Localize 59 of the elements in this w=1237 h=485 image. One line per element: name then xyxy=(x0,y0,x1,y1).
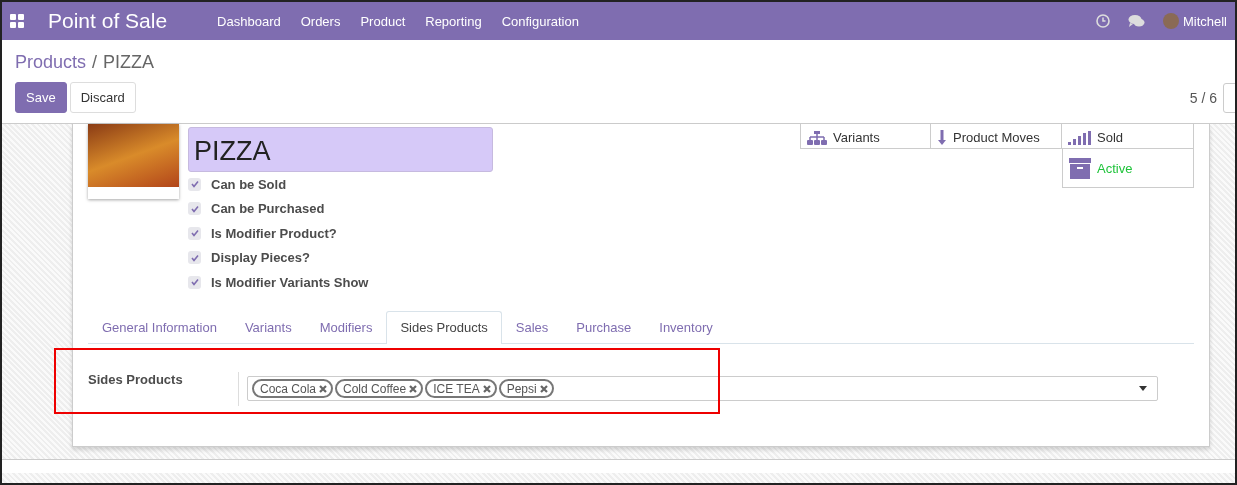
checkbox[interactable] xyxy=(188,226,201,240)
hierarchy-icon xyxy=(807,131,827,145)
archive-box-icon xyxy=(1069,157,1091,179)
checkbox-label: Can be Sold xyxy=(211,176,287,192)
checkbox[interactable] xyxy=(188,202,201,216)
tag: Coca Cola xyxy=(252,379,334,398)
user-name[interactable]: Mitchell xyxy=(1182,13,1227,29)
menu-item[interactable]: Configuration xyxy=(491,13,589,29)
stat-button[interactable]: Variants xyxy=(800,124,931,149)
checkbox[interactable] xyxy=(188,251,201,265)
tab[interactable]: General Information xyxy=(88,310,231,343)
down-arrow-icon xyxy=(937,130,947,145)
check-icon xyxy=(190,204,199,213)
check-icon xyxy=(190,253,199,262)
checkbox-label: Display Pieces? xyxy=(211,250,310,266)
stat-button[interactable]: Sold xyxy=(1062,124,1194,149)
menu-item[interactable]: Dashboard xyxy=(207,13,291,29)
clock-icon[interactable] xyxy=(1095,14,1110,28)
tab[interactable]: Modifiers xyxy=(305,310,387,343)
checkbox[interactable] xyxy=(188,275,201,289)
tag: ICE TEA xyxy=(425,379,497,398)
tag: Pepsi xyxy=(498,379,554,398)
sides-products-field[interactable]: Coca Cola Cold Coffee ICE TEA Pepsi xyxy=(247,376,1158,401)
discard-button[interactable]: Discard xyxy=(69,82,136,113)
user-avatar xyxy=(1162,13,1179,29)
checkbox-label: Is Modifier Variants Show xyxy=(211,274,369,290)
breadcrumb-separator: / xyxy=(92,52,98,73)
tab[interactable]: Variants xyxy=(230,310,306,343)
tab[interactable]: Purchase xyxy=(562,310,646,343)
menu-item[interactable]: Product xyxy=(350,13,416,29)
remove-icon[interactable] xyxy=(319,384,328,393)
breadcrumb-link[interactable]: Products xyxy=(15,52,87,73)
checkbox-label: Is Modifier Product? xyxy=(211,225,337,241)
stat-button[interactable]: Product Moves xyxy=(931,124,1062,149)
remove-icon[interactable] xyxy=(482,384,491,393)
check-icon xyxy=(190,229,199,238)
save-button[interactable]: Save xyxy=(15,82,67,113)
app-title: Point of Sale xyxy=(48,9,168,33)
tab[interactable]: Inventory xyxy=(645,310,727,343)
caret-icon[interactable] xyxy=(1139,386,1147,391)
checkbox[interactable] xyxy=(188,177,201,191)
signal-bars-icon xyxy=(1068,131,1091,145)
menu-item[interactable]: Reporting xyxy=(415,13,492,29)
menu-item[interactable]: Orders xyxy=(290,13,351,29)
tag: Cold Coffee xyxy=(335,379,424,398)
breadcrumb-current: PIZZA xyxy=(103,52,155,73)
field-label: Sides Products xyxy=(88,371,184,387)
tab[interactable]: Sides Products xyxy=(386,310,502,344)
pager-counter: 5 / 6 xyxy=(1189,89,1217,106)
chat-icon[interactable] xyxy=(1127,14,1145,28)
check-icon xyxy=(190,180,199,189)
stat-button[interactable]: Active xyxy=(1062,149,1194,188)
remove-icon[interactable] xyxy=(409,384,418,393)
apps-menu-icon[interactable] xyxy=(10,14,24,28)
check-icon xyxy=(190,278,199,287)
tab[interactable]: Sales xyxy=(501,310,563,343)
product-name-field[interactable]: PIZZA xyxy=(188,127,493,172)
remove-icon[interactable] xyxy=(539,384,548,393)
checkbox-label: Can be Purchased xyxy=(211,201,325,217)
